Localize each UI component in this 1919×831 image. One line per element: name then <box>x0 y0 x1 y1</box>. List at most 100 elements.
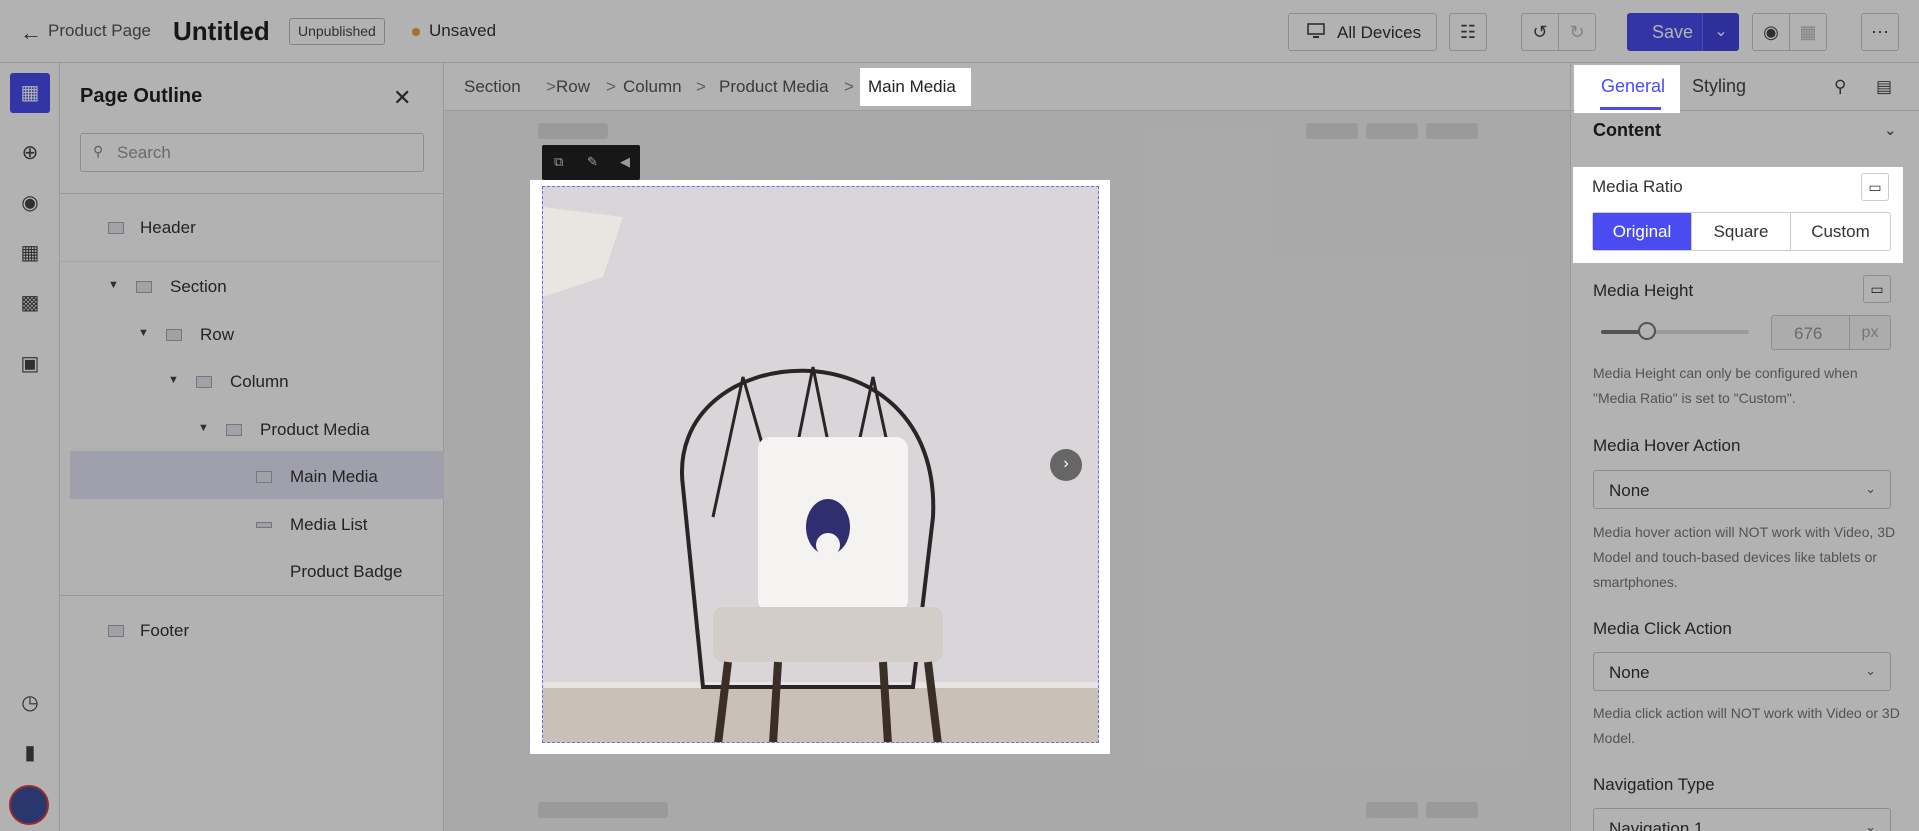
skeleton-bar <box>538 123 608 139</box>
main-media-image[interactable] <box>542 186 1099 743</box>
tree-item-label: Header <box>140 218 196 237</box>
media-ratio-segmented: Original Square Custom <box>1592 212 1891 251</box>
expand-triangle-icon[interactable]: ▼ <box>198 422 209 434</box>
breadcrumb-section[interactable]: Section <box>464 77 521 97</box>
copy-icon[interactable]: ⧉ <box>554 154 563 170</box>
device-selector[interactable]: All Devices <box>1288 13 1437 51</box>
terminal-icon[interactable]: ▮ <box>10 733 50 773</box>
navigation-type-label: Navigation Type <box>1593 775 1715 794</box>
panel-title: Page Outline <box>80 85 203 107</box>
shopify-icon[interactable]: ◉ <box>10 183 50 223</box>
tab-styling[interactable]: Styling <box>1692 76 1746 97</box>
tree-item-label: Footer <box>140 621 190 640</box>
expand-triangle-icon[interactable]: ▼ <box>108 279 119 291</box>
chevron-down-icon[interactable]: ⌄ <box>1884 121 1897 139</box>
header-icon <box>108 222 124 234</box>
ratio-option-square[interactable]: Square <box>1692 213 1791 250</box>
breadcrumb-row[interactable]: Row <box>556 77 590 97</box>
add-element-icon[interactable]: ⊕ <box>10 133 50 173</box>
hover-action-select[interactable]: None ⌄ <box>1593 470 1891 509</box>
tree-item-main-media[interactable]: Main Media <box>70 457 444 497</box>
media-ratio-highlight: Media Ratio ▭ Original Square Custom <box>1573 167 1903 263</box>
apps-icon[interactable]: ▩ <box>10 283 50 323</box>
tree-item-column[interactable]: ▼ Column <box>70 362 444 402</box>
skeleton-bar <box>1426 802 1478 818</box>
tree-item-label: Section <box>170 277 227 296</box>
history-icon[interactable]: ◷ <box>10 683 50 723</box>
expand-triangle-icon[interactable]: ▼ <box>138 327 149 339</box>
folder-icon[interactable]: ▣ <box>10 344 50 384</box>
click-action-select[interactable]: None ⌄ <box>1593 652 1891 691</box>
tree-item-product-badge[interactable]: Product Badge <box>70 552 444 592</box>
navigation-type-select[interactable]: Navigation 1 ⌄ <box>1593 808 1891 831</box>
settings-sliders-icon[interactable]: ☷ <box>1449 13 1487 51</box>
product-media-icon <box>226 424 242 436</box>
device-selector-label: All Devices <box>1337 23 1422 42</box>
save-status: Unsaved <box>429 21 497 40</box>
save-options-chevron-icon[interactable]: ⌄ <box>1702 13 1739 51</box>
publish-icon[interactable]: ▦ <box>1789 13 1827 51</box>
section-icon <box>136 281 152 293</box>
close-icon[interactable]: ✕ <box>393 85 411 111</box>
tree-item-header[interactable]: Header <box>70 208 444 248</box>
media-list-icon <box>256 522 272 528</box>
tree-item-media-list[interactable]: Media List <box>70 505 444 545</box>
active-tab-underline <box>1600 107 1661 110</box>
column-icon <box>196 376 212 388</box>
tree-item-label: Media List <box>290 515 368 534</box>
product-photo <box>543 187 1098 742</box>
main-media-icon <box>256 471 272 483</box>
page-settings-icon[interactable]: ▤ <box>1876 77 1892 97</box>
edit-icon[interactable]: ✎ <box>587 154 598 170</box>
divider <box>60 261 444 262</box>
redo-icon[interactable]: ↻ <box>1558 13 1596 51</box>
breadcrumb: Section > Row > Column > Product Media > <box>444 63 1570 111</box>
search-icon: ⚲ <box>93 143 104 159</box>
tree-item-label: Column <box>230 372 289 391</box>
tree-item-section[interactable]: ▼ Section <box>70 267 444 307</box>
preview-eye-icon[interactable]: ◉ <box>1752 13 1790 51</box>
click-action-label: Media Click Action <box>1593 619 1732 638</box>
media-height-label: Media Height <box>1593 281 1694 300</box>
page-title[interactable]: Untitled <box>173 16 270 47</box>
search-input[interactable]: ⚲ Search <box>80 133 424 172</box>
divider <box>60 595 444 596</box>
click-action-value: None <box>1609 663 1650 682</box>
undo-icon[interactable]: ↺ <box>1521 13 1559 51</box>
next-slide-chevron-icon[interactable]: › <box>1050 449 1082 481</box>
avatar[interactable] <box>9 785 49 825</box>
breadcrumb-separator-icon: > <box>546 77 556 96</box>
search-placeholder: Search <box>117 143 171 162</box>
top-bar: ← Product Page Untitled Unpublished Unsa… <box>0 0 1919 63</box>
monitor-icon[interactable]: ▭ <box>1861 173 1889 201</box>
search-icon[interactable]: ⚲ <box>1834 77 1846 97</box>
media-height-slider-thumb[interactable] <box>1638 322 1656 340</box>
ratio-option-custom[interactable]: Custom <box>1791 213 1890 250</box>
tab-general[interactable]: General <box>1601 76 1665 97</box>
back-link[interactable]: Product Page <box>48 21 151 41</box>
breadcrumb-product-media[interactable]: Product Media <box>719 77 829 97</box>
media-ratio-label: Media Ratio <box>1592 177 1683 196</box>
media-height-input[interactable]: 676 <box>1771 315 1850 350</box>
tree-item-product-media[interactable]: ▼ Product Media <box>70 410 444 450</box>
page-outline-icon[interactable]: ▦ <box>10 73 50 113</box>
tree-item-footer[interactable]: Footer <box>70 611 444 651</box>
media-height-unit: px <box>1849 315 1891 350</box>
monitor-icon[interactable]: ▭ <box>1863 275 1891 303</box>
expand-triangle-icon[interactable]: ▼ <box>168 374 179 386</box>
breadcrumb-column[interactable]: Column <box>623 77 682 97</box>
collapse-icon[interactable]: ◀ <box>620 154 630 170</box>
chevron-down-icon: ⌄ <box>1865 819 1876 831</box>
tree-item-label: Product Media <box>260 420 370 439</box>
back-arrow-icon[interactable]: ← <box>20 20 42 46</box>
tree-item-label: Product Badge <box>290 562 403 581</box>
ratio-option-original[interactable]: Original <box>1593 213 1692 250</box>
breadcrumb-separator-icon: > <box>606 77 616 96</box>
breadcrumb-main-media[interactable]: Main Media <box>868 77 956 97</box>
breadcrumb-highlight: Main Media <box>860 68 971 106</box>
tab-general-highlight: General <box>1574 65 1680 113</box>
divider <box>60 193 444 194</box>
tree-item-row[interactable]: ▼ Row <box>70 315 444 355</box>
layout-icon[interactable]: ▦ <box>10 233 50 273</box>
more-options-icon[interactable]: ⋯ <box>1861 13 1899 51</box>
